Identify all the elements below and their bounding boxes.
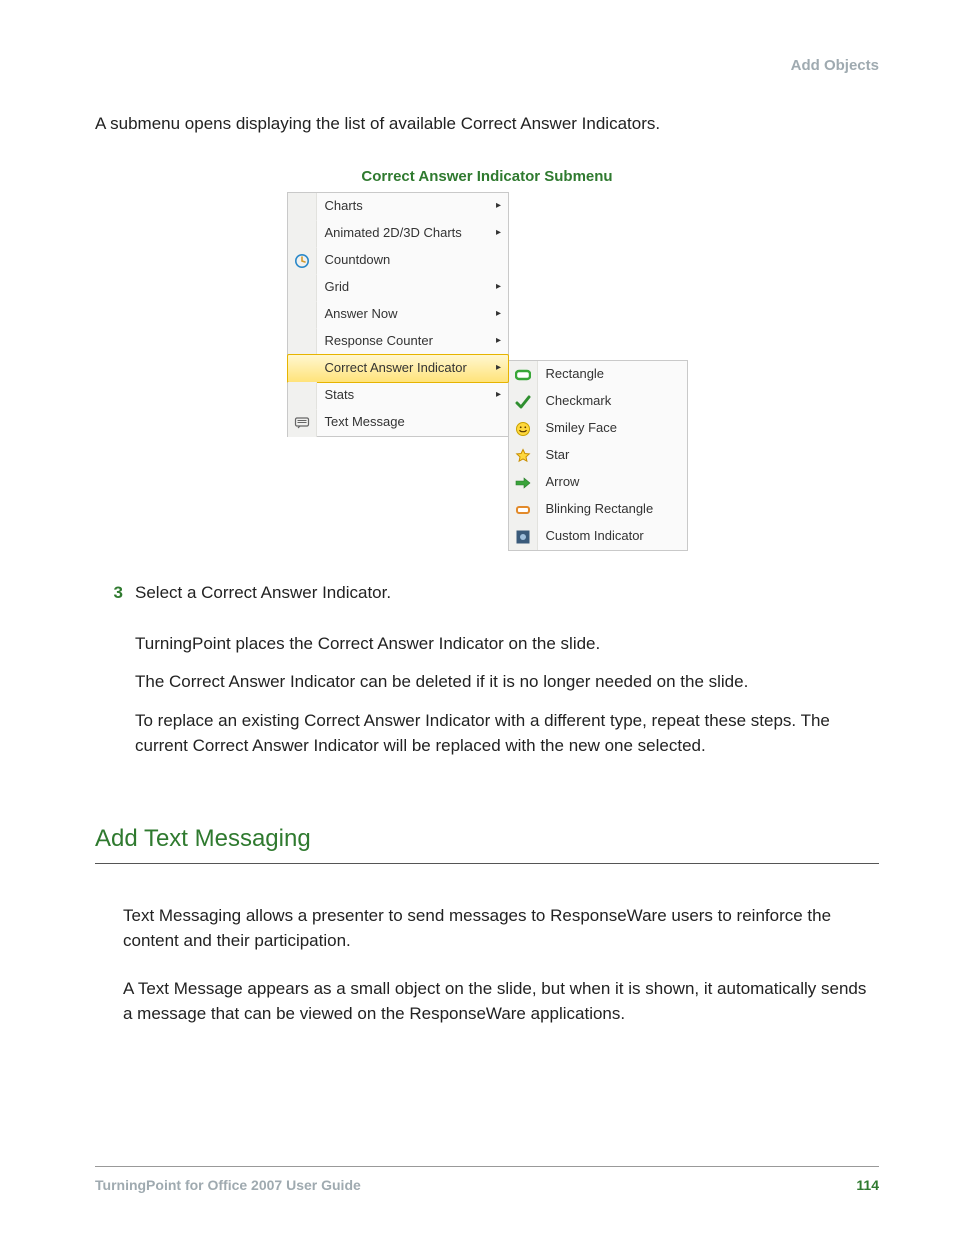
submenu-arrow-icon: ▸ <box>490 307 508 322</box>
submenu-arrow-icon: ▸ <box>490 334 508 349</box>
step-number: 3 <box>95 581 135 772</box>
section-paragraph: A Text Message appears as a small object… <box>123 977 879 1026</box>
menu-label: Countdown <box>317 251 490 270</box>
blank-icon <box>288 274 317 302</box>
clock-icon <box>288 247 317 275</box>
rectangle-icon <box>509 361 538 388</box>
figure-caption: Correct Answer Indicator Submenu <box>95 166 879 188</box>
main-menu: Charts ▸ Animated 2D/3D Charts ▸ Countdo… <box>287 192 509 437</box>
header-section-title: Add Objects <box>95 55 879 77</box>
menu-figure: Charts ▸ Animated 2D/3D Charts ▸ Countdo… <box>95 192 879 551</box>
blank-icon <box>288 301 317 329</box>
blank-icon <box>288 220 317 248</box>
menu-label: Correct Answer Indicator <box>317 359 490 378</box>
blank-icon <box>288 328 317 356</box>
menu-item-stats[interactable]: Stats ▸ <box>288 382 508 409</box>
menu-item-answer-now[interactable]: Answer Now ▸ <box>288 301 508 328</box>
smiley-icon <box>509 415 538 442</box>
menu-label: Text Message <box>317 413 490 432</box>
menu-label: Response Counter <box>317 332 490 351</box>
submenu-item-arrow[interactable]: Arrow <box>509 469 687 496</box>
submenu-label: Arrow <box>538 473 687 492</box>
star-icon <box>509 442 538 469</box>
submenu-item-checkmark[interactable]: Checkmark <box>509 388 687 415</box>
blank-icon <box>288 193 317 220</box>
submenu-label: Smiley Face <box>538 419 687 438</box>
blank-icon <box>288 355 317 383</box>
submenu-label: Blinking Rectangle <box>538 500 687 519</box>
page-footer: TurningPoint for Office 2007 User Guide … <box>95 1166 879 1195</box>
page-number: 114 <box>856 1175 879 1195</box>
submenu-arrow-icon: ▸ <box>490 280 508 295</box>
menu-item-countdown[interactable]: Countdown <box>288 247 508 274</box>
submenu-arrow-icon: ▸ <box>490 199 508 214</box>
submenu-label: Custom Indicator <box>538 527 687 546</box>
submenu-item-custom-indicator[interactable]: Custom Indicator <box>509 523 687 550</box>
submenu-label: Star <box>538 446 687 465</box>
menu-item-animated-charts[interactable]: Animated 2D/3D Charts ▸ <box>288 220 508 247</box>
sub-menu: Rectangle Checkmark Smiley Face <box>508 360 688 551</box>
section-heading: Add Text Messaging <box>95 822 879 864</box>
menu-item-charts[interactable]: Charts ▸ <box>288 193 508 220</box>
submenu-item-rectangle[interactable]: Rectangle <box>509 361 687 388</box>
menu-item-text-message[interactable]: Text Message <box>288 409 508 436</box>
submenu-item-star[interactable]: Star <box>509 442 687 469</box>
menu-item-correct-answer-indicator[interactable]: Correct Answer Indicator ▸ <box>287 354 509 383</box>
menu-label: Animated 2D/3D Charts <box>317 224 490 243</box>
footer-title: TurningPoint for Office 2007 User Guide <box>95 1175 361 1195</box>
submenu-item-smiley[interactable]: Smiley Face <box>509 415 687 442</box>
section-paragraph: Text Messaging allows a presenter to sen… <box>123 904 879 953</box>
blinking-rectangle-icon <box>509 496 538 523</box>
submenu-arrow-icon: ▸ <box>490 388 508 403</box>
step-line: Select a Correct Answer Indicator. <box>135 581 879 606</box>
arrow-icon <box>509 469 538 496</box>
text-message-icon <box>288 409 317 437</box>
submenu-arrow-icon: ▸ <box>490 361 508 376</box>
menu-item-grid[interactable]: Grid ▸ <box>288 274 508 301</box>
menu-label: Charts <box>317 197 490 216</box>
menu-label: Stats <box>317 386 490 405</box>
menu-label: Grid <box>317 278 490 297</box>
checkmark-icon <box>509 388 538 415</box>
step-line: TurningPoint places the Correct Answer I… <box>135 632 879 657</box>
blank-icon <box>288 382 317 410</box>
intro-paragraph: A submenu opens displaying the list of a… <box>95 112 879 137</box>
submenu-label: Rectangle <box>538 365 687 384</box>
menu-item-response-counter[interactable]: Response Counter ▸ <box>288 328 508 355</box>
step-line: The Correct Answer Indicator can be dele… <box>135 670 879 695</box>
custom-indicator-icon <box>509 523 538 550</box>
menu-label: Answer Now <box>317 305 490 324</box>
step-3: 3 Select a Correct Answer Indicator. Tur… <box>95 581 879 772</box>
step-line: To replace an existing Correct Answer In… <box>135 709 879 758</box>
submenu-arrow-icon: ▸ <box>490 226 508 241</box>
submenu-item-blinking-rectangle[interactable]: Blinking Rectangle <box>509 496 687 523</box>
submenu-label: Checkmark <box>538 392 687 411</box>
